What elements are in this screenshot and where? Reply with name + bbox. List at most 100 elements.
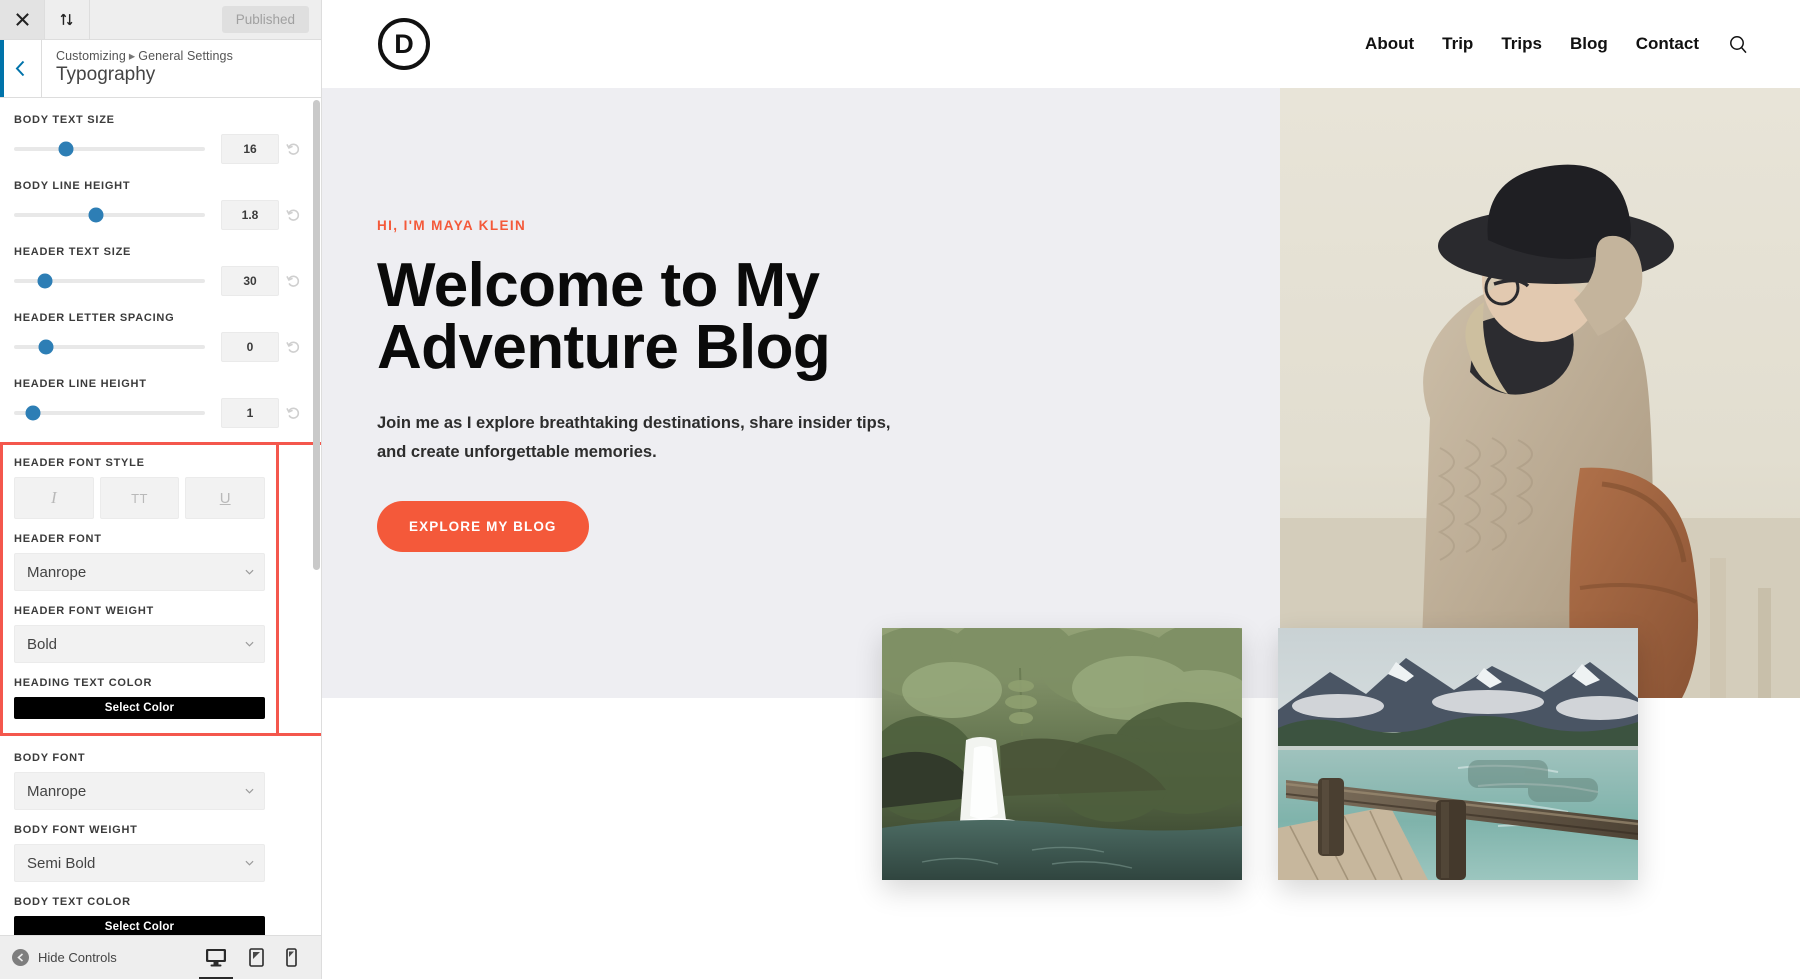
breadcrumb-separator: ▸ xyxy=(128,49,136,63)
header-font-weight-select[interactable]: Bold xyxy=(14,625,265,663)
highlighted-settings-group: Header Font Style I TT U Header Font xyxy=(0,442,321,736)
italic-button[interactable]: I xyxy=(14,477,94,519)
underline-button[interactable]: U xyxy=(185,477,266,519)
hide-controls-label: Hide Controls xyxy=(38,950,117,965)
header-line-height-slider[interactable] xyxy=(14,405,205,421)
site-logo[interactable]: D xyxy=(378,18,430,70)
main-navigation: About Trip Trips Blog Contact xyxy=(1365,34,1748,54)
slider-row: 0 xyxy=(14,332,307,362)
breadcrumb-section: General Settings xyxy=(138,49,233,63)
nav-item-about[interactable]: About xyxy=(1365,34,1414,54)
nav-item-trips[interactable]: Trips xyxy=(1501,34,1542,54)
customizer-topbar: Published xyxy=(0,0,321,40)
header-text-size-value[interactable]: 30 xyxy=(221,266,279,296)
reset-icon[interactable] xyxy=(279,208,307,223)
slider-knob[interactable] xyxy=(25,405,41,421)
featured-photo-cards xyxy=(882,628,1638,880)
reset-icon[interactable] xyxy=(279,142,307,157)
chevron-down-icon xyxy=(245,641,254,647)
customizer-sidebar: Published Customizing ▸ General Settings T… xyxy=(0,0,322,979)
controls-scroll-area: Body Text Size 16 Body Line Height xyxy=(0,98,321,935)
hide-controls-button[interactable]: Hide Controls xyxy=(12,949,117,966)
reset-icon[interactable] xyxy=(279,406,307,421)
chevron-down-icon xyxy=(245,860,254,866)
reset-icon[interactable] xyxy=(279,274,307,289)
control-body-font-weight: Body Font Weight Semi Bold xyxy=(0,824,321,882)
heading-text-color-button[interactable]: Select Color xyxy=(14,697,265,719)
body-font-weight-value: Semi Bold xyxy=(27,854,96,872)
panel-titles: Customizing ▸ General Settings Typography xyxy=(42,40,233,97)
breadcrumb: Customizing ▸ General Settings xyxy=(56,48,233,63)
control-label: Header Line Height xyxy=(14,378,147,390)
control-label: Body Font xyxy=(14,752,86,764)
lake-dock-photo[interactable] xyxy=(1278,628,1638,880)
hero-photo xyxy=(1280,88,1800,698)
chevron-down-icon xyxy=(245,788,254,794)
nav-item-trip[interactable]: Trip xyxy=(1442,34,1473,54)
site-preview: D About Trip Trips Blog Contact HI, I'M … xyxy=(322,0,1800,979)
body-font-weight-select[interactable]: Semi Bold xyxy=(14,844,265,882)
slider-row: 1.8 xyxy=(14,200,307,230)
reset-icon[interactable] xyxy=(279,340,307,355)
control-label: Heading Text Color xyxy=(14,677,153,689)
nav-item-blog[interactable]: Blog xyxy=(1570,34,1608,54)
control-body-text-size: Body Text Size 16 xyxy=(0,114,321,164)
body-line-height-value[interactable]: 1.8 xyxy=(221,200,279,230)
chevron-left-circle-icon xyxy=(12,949,29,966)
underline-icon: U xyxy=(219,489,231,507)
body-line-height-slider[interactable] xyxy=(14,207,205,223)
sidebar-scrollbar[interactable] xyxy=(313,100,320,570)
body-font-select[interactable]: Manrope xyxy=(14,772,265,810)
chevron-left-icon[interactable] xyxy=(0,40,42,97)
control-header-text-size: Header Text Size 30 xyxy=(0,246,321,296)
body-text-size-value[interactable]: 16 xyxy=(221,134,279,164)
header-line-height-value[interactable]: 1 xyxy=(221,398,279,428)
breadcrumb-root: Customizing xyxy=(56,49,126,63)
control-header-font-style: Header Font Style xyxy=(0,457,321,469)
control-label: Header Font xyxy=(14,533,102,545)
desktop-view-button[interactable] xyxy=(205,948,227,967)
slider-knob[interactable] xyxy=(37,273,53,289)
control-label: Header Text Size xyxy=(14,246,132,258)
header-letter-spacing-value[interactable]: 0 xyxy=(221,332,279,362)
uppercase-icon: TT xyxy=(131,490,148,506)
slider-knob[interactable] xyxy=(38,339,54,355)
body-text-size-slider[interactable] xyxy=(14,141,205,157)
nav-item-contact[interactable]: Contact xyxy=(1636,34,1699,54)
hero-section: HI, I'M MAYA KLEIN Welcome to My Adventu… xyxy=(322,88,1800,698)
close-icon[interactable] xyxy=(0,0,45,39)
hero-paragraph: Join me as I explore breathtaking destin… xyxy=(377,414,891,461)
header-font-value: Manrope xyxy=(27,563,87,581)
waterfall-photo[interactable] xyxy=(882,628,1242,880)
tablet-view-button[interactable] xyxy=(249,948,264,967)
mobile-view-button[interactable] xyxy=(286,948,297,967)
control-label: Body Text Color xyxy=(14,896,131,908)
customizer-footer: Hide Controls xyxy=(0,935,321,979)
published-button[interactable]: Published xyxy=(221,6,309,33)
header-font-weight-value: Bold xyxy=(27,635,58,653)
slider-row: 1 xyxy=(14,398,307,428)
font-style-button-group: I TT U xyxy=(0,477,321,519)
control-body-text-color: Body Text Color Select Color xyxy=(0,896,321,935)
panel-header: Customizing ▸ General Settings Typography xyxy=(0,40,321,98)
device-preview-group xyxy=(205,948,309,967)
slider-knob[interactable] xyxy=(58,141,74,157)
uppercase-button[interactable]: TT xyxy=(99,477,180,519)
hero-photo-art xyxy=(1280,88,1800,698)
header-font-select[interactable]: Manrope xyxy=(14,553,265,591)
control-header-line-height: Header Line Height 1 xyxy=(0,378,321,428)
slider-knob[interactable] xyxy=(88,207,104,223)
search-icon[interactable] xyxy=(1729,35,1748,54)
control-header-font: Header Font Manrope xyxy=(0,533,321,591)
collapse-icon[interactable] xyxy=(45,0,90,39)
body-text-color-button[interactable]: Select Color xyxy=(14,916,265,935)
header-text-size-slider[interactable] xyxy=(14,273,205,289)
waterfall-photo-art xyxy=(882,628,1242,880)
heading-text-color-label: Select Color xyxy=(104,702,175,714)
hero-copy: HI, I'M MAYA KLEIN Welcome to My Adventu… xyxy=(377,218,997,552)
chevron-down-icon xyxy=(245,569,254,575)
header-letter-spacing-slider[interactable] xyxy=(14,339,205,355)
hero-heading: Welcome to My Adventure Blog xyxy=(377,251,831,382)
control-label: Header Font Weight xyxy=(14,605,154,617)
explore-my-blog-button[interactable]: EXPLORE MY BLOG xyxy=(377,500,589,552)
